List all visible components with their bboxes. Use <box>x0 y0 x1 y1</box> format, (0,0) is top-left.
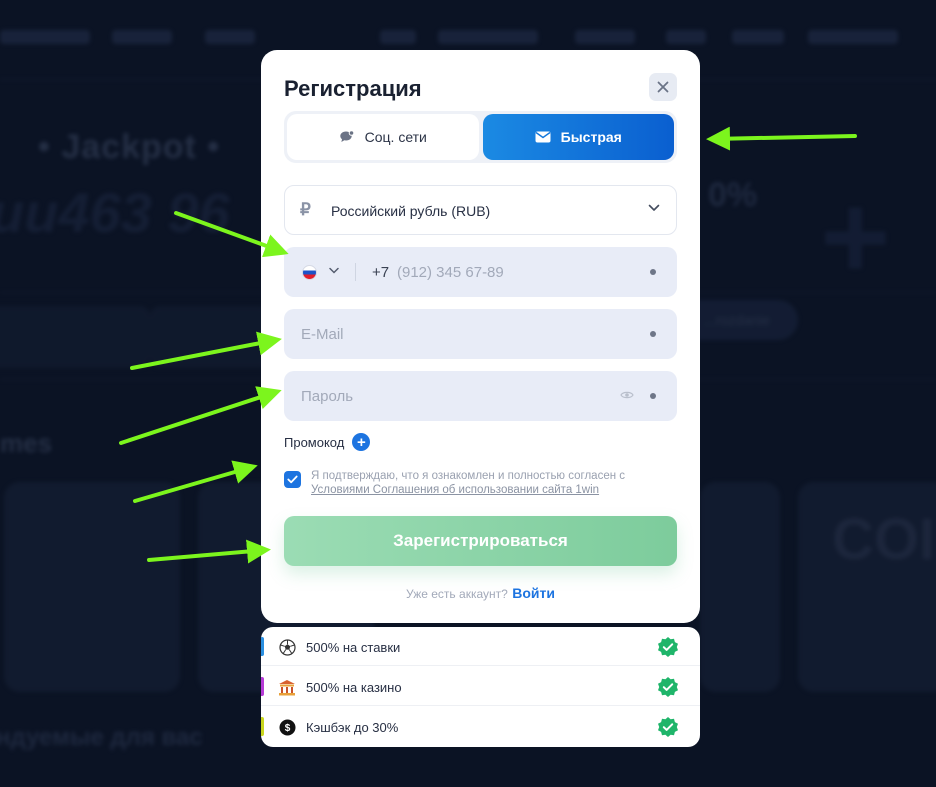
bonus-item: 500% на ставки <box>261 627 700 666</box>
chat-bubble-icon <box>339 129 354 142</box>
promo-label: Промокод <box>284 434 345 450</box>
bonus-item: 500% на казино <box>261 667 700 706</box>
svg-text:$: $ <box>284 723 290 734</box>
bonus-list: 500% на ставки 500% на казино $ Кэшбэк д… <box>261 627 700 747</box>
background-jackpot: • Jackpot • <box>38 128 221 166</box>
bonus-text: 500% на казино <box>306 680 402 695</box>
currency-value: Российский рубль (RUB) <box>331 203 491 219</box>
login-prompt: Уже есть аккаунт? Войти <box>261 585 700 603</box>
password-field[interactable]: Пароль <box>284 371 677 421</box>
russia-flag-icon[interactable] <box>302 265 317 280</box>
casino-icon <box>278 678 296 696</box>
email-field[interactable]: E-Mail <box>284 309 677 359</box>
bonus-item: $ Кэшбэк до 30% <box>261 707 700 746</box>
bonus-accent <box>261 677 264 696</box>
soccer-ball-icon <box>278 638 296 656</box>
registration-modal: Регистрация Соц. сети Быстрая ₽ Российск… <box>261 50 700 623</box>
background-recommended: ндуемые для вас <box>0 724 203 751</box>
bonus-accent <box>261 717 264 736</box>
email-input[interactable]: E-Mail <box>301 326 344 343</box>
plus-icon[interactable]: + <box>352 433 371 451</box>
cashback-icon: $ <box>278 718 296 736</box>
agreement-statement: Я подтверждаю, что я ознакомлен и полнос… <box>311 470 626 482</box>
phone-divider <box>355 263 356 281</box>
background-percent: 0% <box>708 176 758 214</box>
phone-field[interactable]: +7 (912) 345 67-89 <box>284 247 677 297</box>
envelope-icon <box>535 131 551 143</box>
phone-input[interactable]: (912) 345 67-89 <box>397 264 504 281</box>
terms-link[interactable]: Условиями Соглашения об использовании са… <box>311 484 599 496</box>
tab-quick[interactable]: Быстрая <box>482 114 674 160</box>
checkmark-icon <box>287 475 298 484</box>
agreement-text: Я подтверждаю, что я ознакомлен и полнос… <box>311 469 681 497</box>
close-icon <box>657 81 669 93</box>
verified-check-icon <box>658 637 678 657</box>
background-plus: + <box>818 170 889 304</box>
close-button[interactable] <box>649 73 677 101</box>
tab-social[interactable]: Соц. сети <box>287 114 479 160</box>
phone-prefix: +7 <box>372 264 390 281</box>
background-coin: COIN <box>832 507 936 572</box>
eye-icon[interactable] <box>620 390 634 400</box>
bonus-accent <box>261 637 264 656</box>
login-link[interactable]: Войти <box>512 585 555 601</box>
modal-title: Регистрация <box>284 76 422 101</box>
registration-tabs: Соц. сети Быстрая <box>284 111 677 163</box>
background-jackpot-amount: ии463 96 <box>0 181 230 244</box>
tab-social-label: Соц. сети <box>364 129 427 145</box>
register-button[interactable]: Зарегистрироваться <box>284 516 677 566</box>
required-dot-icon <box>650 393 656 399</box>
promo-code-toggle[interactable]: Промокод + <box>284 433 371 451</box>
bonus-text: Кэшбэк до 30% <box>306 720 399 735</box>
verified-check-icon <box>658 717 678 737</box>
currency-select[interactable]: ₽ Российский рубль (RUB) <box>284 185 677 235</box>
ruble-icon: ₽ <box>300 200 311 219</box>
required-dot-icon <box>650 331 656 337</box>
background-games-heading: mes <box>0 428 53 458</box>
verified-check-icon <box>658 677 678 697</box>
login-question: Уже есть аккаунт? <box>406 587 508 601</box>
chevron-down-icon <box>648 204 660 211</box>
required-dot-icon <box>650 269 656 275</box>
tab-quick-label: Быстрая <box>560 129 622 145</box>
password-input[interactable]: Пароль <box>301 388 353 405</box>
country-chevron-down-icon[interactable] <box>329 267 339 274</box>
bonus-text: 500% на ставки <box>306 640 401 655</box>
agreement-checkbox[interactable] <box>284 471 301 488</box>
